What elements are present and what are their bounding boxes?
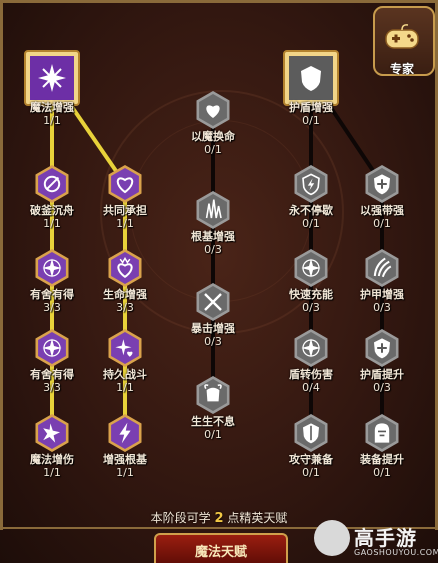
knight-helm-icon	[374, 423, 390, 443]
points-suffix: 点精英天赋	[227, 511, 288, 525]
points-value: 2	[214, 511, 224, 526]
talent-points: 0/1	[302, 114, 320, 127]
talent-name: 魔法增强	[30, 101, 74, 114]
talent-node[interactable]: 增强根基 1/1	[80, 413, 170, 479]
talent-points: 1/1	[43, 114, 61, 127]
talent-node[interactable]: 生命增强 3/3	[80, 248, 170, 314]
talent-node[interactable]: 护甲增强 0/3	[337, 248, 427, 314]
talent-node[interactable]: 护盾增强 0/1	[266, 49, 356, 127]
talent-points: 1/1	[116, 466, 134, 479]
talent-node[interactable]: 持久战斗 1/1	[80, 328, 170, 394]
watermark: 高手游 GAOSHOUYOU.COM	[314, 520, 438, 563]
talent-points: 0/1	[373, 466, 391, 479]
magic-talent-tab[interactable]: 魔法天赋	[154, 533, 288, 563]
talent-points: 1/1	[116, 381, 134, 394]
talent-points: 0/1	[204, 428, 222, 441]
talent-node[interactable]: 护盾提升 0/3	[337, 328, 427, 394]
talent-name: 暴击增强	[191, 322, 235, 335]
talent-name: 装备提升	[360, 453, 404, 466]
talent-name: 以强带强	[360, 204, 404, 217]
talent-name: 以魔换命	[191, 130, 235, 143]
talent-name: 护甲增强	[360, 288, 404, 301]
talent-node[interactable]: 魔法增强 1/1	[7, 49, 97, 127]
talent-points: 0/1	[204, 143, 222, 156]
points-prefix: 本阶段可学	[150, 511, 211, 525]
talent-node[interactable]: 根基增强 0/3	[168, 190, 258, 256]
talent-tree-panel: { "tier_badge": {"label": "专家"}, "colors…	[0, 0, 438, 563]
talent-points: 1/1	[116, 217, 134, 230]
talent-name: 生生不息	[191, 415, 235, 428]
watermark-brand: 高手游	[354, 526, 417, 550]
talent-name: 根基增强	[191, 230, 235, 243]
talent-name: 生命增强	[103, 288, 147, 301]
talent-name: 共同承担	[103, 204, 147, 217]
watermark-url: GAOSHOUYOU.COM	[354, 548, 438, 557]
talent-name: 持久战斗	[103, 368, 147, 381]
talent-node[interactable]: 以强带强 0/1	[337, 164, 427, 230]
talent-node[interactable]: 以魔换命 0/1	[168, 90, 258, 156]
talent-points: 0/1	[373, 217, 391, 230]
talent-points: 0/3	[373, 301, 391, 314]
talent-name: 护盾增强	[289, 101, 333, 114]
talent-node[interactable]: 装备提升 0/1	[337, 413, 427, 479]
talent-node[interactable]: 共同承担 1/1	[80, 164, 170, 230]
talent-points: 0/3	[373, 381, 391, 394]
talent-points: 3/3	[116, 301, 134, 314]
magic-talent-tab-label: 魔法天赋	[194, 545, 247, 560]
talent-node[interactable]: 生生不息 0/1	[168, 375, 258, 441]
talent-name: 增强根基	[103, 453, 147, 466]
talent-node[interactable]: 暴击增强 0/3	[168, 282, 258, 348]
talent-name: 护盾提升	[360, 368, 404, 381]
watermark-logo-icon	[314, 520, 350, 556]
talent-points: 0/3	[204, 335, 222, 348]
talent-points: 0/3	[204, 243, 222, 256]
